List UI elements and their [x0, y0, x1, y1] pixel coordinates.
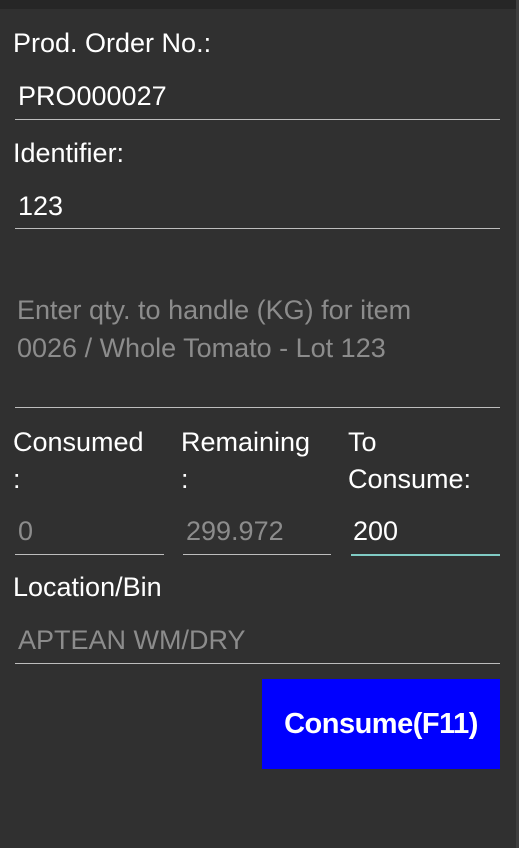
to-consume-input[interactable]: 200 [351, 513, 500, 556]
qty-hint-line1: Enter qty. to handle (KG) for item [17, 295, 412, 325]
qty-hint-line2: 0026 / Whole Tomato - Lot 123 [17, 333, 386, 363]
prod-order-field[interactable]: PRO000027 [15, 78, 500, 120]
consumed-field: 0 [15, 513, 164, 555]
location-field: APTEAN WM/DRY [15, 622, 500, 664]
prod-order-value: PRO000027 [18, 81, 167, 111]
status-bar [0, 0, 519, 9]
consumed-label-line1: Consumed [13, 427, 144, 457]
qty-hint: Enter qty. to handle (KG) for item 0026 … [17, 291, 501, 367]
consume-button[interactable]: Consume(F11) [262, 679, 500, 769]
qty-hint-underline [15, 407, 500, 408]
location-label: Location/Bin [13, 572, 162, 602]
location-value: APTEAN WM/DRY [18, 625, 246, 655]
consumed-value: 0 [18, 516, 34, 546]
remaining-value: 299.972 [186, 516, 284, 546]
remaining-label-line1: Remaining [181, 427, 311, 457]
identifier-value: 123 [18, 191, 64, 221]
consumed-label-line2: : [13, 464, 21, 494]
consumed-label: Consumed : [13, 424, 144, 498]
remaining-label-line2: : [181, 464, 189, 494]
identifier-field[interactable]: 123 [15, 188, 500, 229]
to-consume-value: 200 [353, 516, 399, 546]
to-consume-label-line2: Consume: [348, 464, 472, 494]
identifier-label: Identifier: [13, 138, 125, 168]
to-consume-label: To Consume: [348, 424, 471, 498]
to-consume-label-line1: To [348, 427, 377, 457]
remaining-label: Remaining : [181, 424, 310, 498]
prod-order-label: Prod. Order No.: [13, 28, 212, 58]
remaining-field: 299.972 [183, 513, 331, 555]
